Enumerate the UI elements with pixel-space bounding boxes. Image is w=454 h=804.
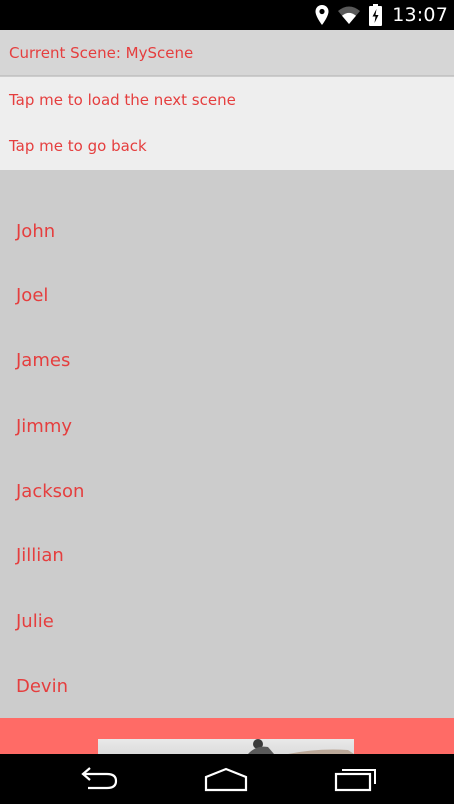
current-scene-label: Current Scene: MyScene bbox=[0, 30, 454, 76]
recent-apps-button[interactable] bbox=[325, 764, 385, 798]
load-next-scene-button[interactable]: Tap me to load the next scene bbox=[0, 77, 454, 123]
names-list: John Joel James Jimmy Jackson Jillian Ju… bbox=[0, 170, 454, 718]
status-icons: 13:07 bbox=[315, 0, 448, 30]
footer-band bbox=[0, 718, 454, 754]
list-item[interactable]: Jimmy bbox=[16, 415, 72, 439]
list-item[interactable]: Julie bbox=[16, 610, 54, 634]
scene-navigation-panel: Tap me to load the next scene Tap me to … bbox=[0, 77, 454, 170]
location-pin-icon bbox=[315, 5, 329, 25]
recent-apps-icon bbox=[332, 766, 378, 796]
home-button[interactable] bbox=[196, 764, 256, 798]
wifi-icon bbox=[337, 5, 361, 25]
go-back-button[interactable]: Tap me to go back bbox=[0, 123, 454, 169]
battery-charging-icon bbox=[369, 4, 383, 26]
list-item[interactable]: Joel bbox=[16, 284, 48, 308]
list-item[interactable]: James bbox=[16, 349, 70, 373]
home-icon bbox=[202, 766, 250, 796]
back-icon bbox=[76, 767, 120, 795]
banner-image[interactable] bbox=[98, 739, 354, 754]
list-item[interactable]: Jackson bbox=[16, 480, 84, 504]
status-bar: 13:07 bbox=[0, 0, 454, 30]
list-item[interactable]: Devin bbox=[16, 675, 68, 699]
back-button[interactable] bbox=[68, 764, 128, 798]
clock: 13:07 bbox=[392, 4, 448, 26]
list-item[interactable]: Jillian bbox=[16, 544, 64, 568]
system-navigation-bar bbox=[0, 754, 454, 804]
list-item[interactable]: John bbox=[16, 220, 55, 244]
